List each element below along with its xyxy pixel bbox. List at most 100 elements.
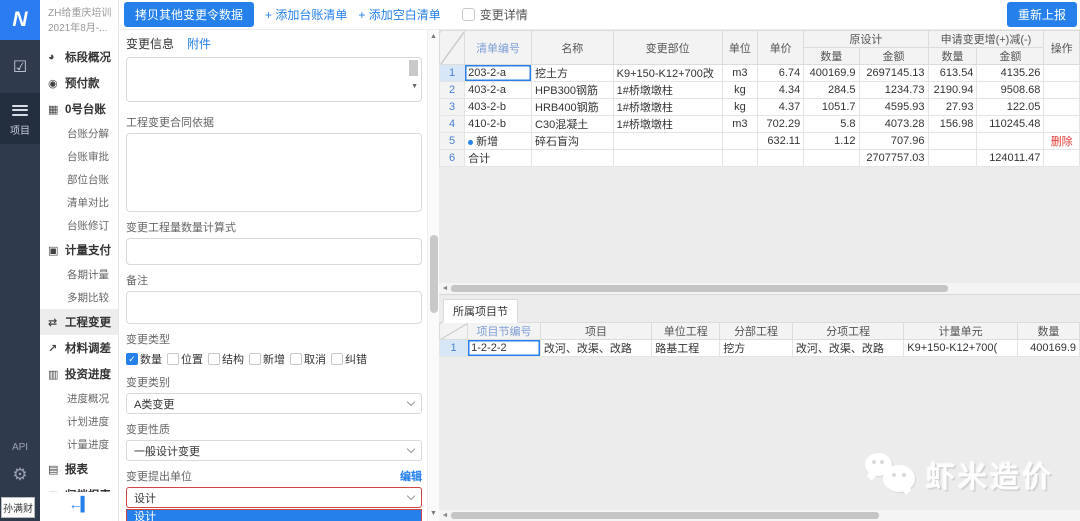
cell-change-amt[interactable]: [977, 133, 1044, 150]
sidebar-item[interactable]: ▨归档报表: [40, 482, 118, 492]
cell-change-amt[interactable]: 9508.68: [977, 82, 1044, 99]
sidebar-item[interactable]: ◉预付款: [40, 70, 118, 96]
cell-name[interactable]: 碎石盲沟: [532, 133, 614, 150]
cell-change-amt[interactable]: 110245.48: [977, 116, 1044, 133]
scrollbar-track[interactable]: [451, 283, 1080, 294]
sidebar-item[interactable]: 台账审批: [40, 145, 118, 168]
api-link[interactable]: API: [12, 442, 28, 453]
table-row[interactable]: 2403-2-aHPB300钢筋1#桥墩墩柱kg4.34284.51234.73…: [440, 82, 1080, 99]
scrollbar-thumb[interactable]: [430, 235, 438, 313]
cell-name[interactable]: [532, 150, 614, 167]
form-tab[interactable]: 变更信息: [126, 35, 174, 52]
cell-unit[interactable]: m3: [722, 116, 758, 133]
cell-original-qty[interactable]: 284.5: [804, 82, 859, 99]
user-name-badge[interactable]: 孙满财: [1, 497, 35, 518]
cell-unit[interactable]: m3: [722, 65, 758, 82]
cell-price[interactable]: 702.29: [758, 116, 804, 133]
sidebar-item[interactable]: 进度概况: [40, 387, 118, 410]
contract-basis-textarea[interactable]: [126, 133, 422, 212]
checkbox[interactable]: [290, 353, 302, 365]
table-row[interactable]: 3403-2-bHRB400钢筋1#桥墩墩柱kg4.371051.74595.9…: [440, 99, 1080, 116]
cell-change-qty[interactable]: [928, 133, 977, 150]
cell-unit[interactable]: [722, 150, 758, 167]
table-row[interactable]: 1203-2-a挖土方K9+150-K12+700改m36.74400169.9…: [440, 65, 1080, 82]
cell-original-amt[interactable]: 1234.73: [859, 82, 928, 99]
top-table-hscrollbar[interactable]: ◄: [439, 283, 1080, 294]
scroll-left-icon[interactable]: ◄: [439, 512, 451, 519]
cell-original-amt[interactable]: 2707757.03: [859, 150, 928, 167]
add-blank-list-button[interactable]: + 添加空白清单: [358, 6, 440, 23]
cell-code[interactable]: 403-2-a: [465, 82, 532, 99]
cell-change-qty[interactable]: [928, 150, 977, 167]
change-category-select[interactable]: A类变更: [126, 393, 422, 414]
scrollbar-thumb[interactable]: [451, 512, 879, 519]
bottom-table-hscrollbar[interactable]: ◄: [439, 510, 1080, 521]
table-cell[interactable]: 改河、改渠、改路: [540, 340, 651, 357]
cell-change-qty[interactable]: 613.54: [928, 65, 977, 82]
scrollbar-thumb[interactable]: [451, 285, 948, 292]
cell-price[interactable]: 4.34: [758, 82, 804, 99]
cell-code[interactable]: 410-2-b: [465, 116, 532, 133]
sidebar-item[interactable]: ▥投资进度: [40, 361, 118, 387]
cell-original-amt[interactable]: 707.96: [859, 133, 928, 150]
cell-code[interactable]: 新增: [465, 133, 532, 150]
cell-change-amt[interactable]: 124011.47: [977, 150, 1044, 167]
cell-code[interactable]: 403-2-b: [465, 99, 532, 116]
cell-name[interactable]: HRB400钢筋: [532, 99, 614, 116]
table-cell[interactable]: 1-2-2-2: [468, 340, 541, 357]
tasks-check-icon[interactable]: ☑: [13, 57, 27, 77]
cell-part[interactable]: [613, 150, 722, 167]
settings-gear-icon[interactable]: ⚙: [12, 465, 27, 485]
sidebar-item[interactable]: 清单对比: [40, 191, 118, 214]
cell-name[interactable]: C30混凝土: [532, 116, 614, 133]
cell-unit[interactable]: [722, 133, 758, 150]
sidebar-item[interactable]: 各期计量: [40, 263, 118, 286]
sidebar-item[interactable]: 台账分解: [40, 122, 118, 145]
quantity-formula-textarea[interactable]: [126, 238, 422, 265]
cell-part[interactable]: 1#桥墩墩柱: [613, 82, 722, 99]
cell-original-qty[interactable]: 5.8: [804, 116, 859, 133]
cell-change-qty[interactable]: 2190.94: [928, 82, 977, 99]
sidebar-item[interactable]: ▦0号台账: [40, 96, 118, 122]
cell-price[interactable]: 6.74: [758, 65, 804, 82]
change-nature-select[interactable]: 一般设计变更: [126, 440, 422, 461]
checkbox[interactable]: [249, 353, 261, 365]
cell-original-qty[interactable]: 1051.7: [804, 99, 859, 116]
sidebar-item[interactable]: ◕标段概况: [40, 44, 118, 70]
cell-change-amt[interactable]: 122.05: [977, 99, 1044, 116]
table-row[interactable]: 4410-2-bC30混凝土1#桥墩墩柱m3702.295.84073.2815…: [440, 116, 1080, 133]
resubmit-button[interactable]: 重新上报: [1007, 2, 1077, 27]
remark-textarea[interactable]: [126, 291, 422, 324]
checkbox[interactable]: [167, 353, 179, 365]
scroll-down-icon[interactable]: ▼: [428, 507, 439, 521]
cell-part[interactable]: K9+150-K12+700改: [613, 65, 722, 82]
cell-original-qty[interactable]: 400169.9: [804, 65, 859, 82]
sidebar-item[interactable]: 台账修订: [40, 214, 118, 237]
copy-change-data-button[interactable]: 拷贝其他变更令数据: [124, 2, 254, 27]
tab-project-section[interactable]: 所属项目节: [443, 299, 518, 323]
form-scrollbar[interactable]: ▲ ▼: [427, 30, 439, 521]
table-cell[interactable]: 400169.9: [1017, 340, 1079, 357]
cell-change-qty[interactable]: 27.93: [928, 99, 977, 116]
table-row[interactable]: 5新增碎石盲沟632.111.12707.96删除: [440, 133, 1080, 150]
cell-change-amt[interactable]: 4135.26: [977, 65, 1044, 82]
cell-name[interactable]: HPB300钢筋: [532, 82, 614, 99]
cell-change-qty[interactable]: 156.98: [928, 116, 977, 133]
sidebar-item[interactable]: ▣计量支付: [40, 237, 118, 263]
cell-original-amt[interactable]: 4595.93: [859, 99, 928, 116]
app-logo[interactable]: N: [0, 0, 40, 40]
change-detail-checkbox[interactable]: [462, 8, 475, 21]
cell-unit[interactable]: kg: [722, 99, 758, 116]
cell-price[interactable]: 632.11: [758, 133, 804, 150]
rail-item-projects[interactable]: 项目: [0, 93, 40, 144]
delete-row-link[interactable]: 删除: [1044, 133, 1080, 150]
cell-part[interactable]: 1#桥墩墩柱: [613, 116, 722, 133]
checkbox[interactable]: [208, 353, 220, 365]
sidebar-item[interactable]: 计量进度: [40, 433, 118, 456]
sidebar-item[interactable]: ↗材料调差: [40, 335, 118, 361]
cell-code[interactable]: 203-2-a: [465, 65, 532, 82]
cell-part[interactable]: [613, 133, 722, 150]
cell-price[interactable]: [758, 150, 804, 167]
cell-name[interactable]: 挖土方: [532, 65, 614, 82]
table-row[interactable]: 6合计2707757.03124011.47: [440, 150, 1080, 167]
